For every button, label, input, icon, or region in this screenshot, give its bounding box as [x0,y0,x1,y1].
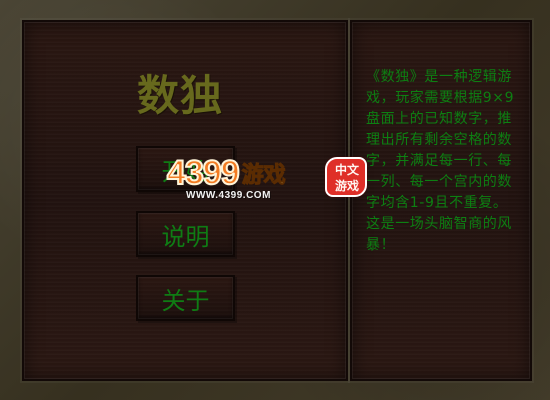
help-button[interactable]: 说明 [136,211,235,257]
game-title: 数独 [137,71,224,120]
start-button[interactable]: 开始 [136,146,235,192]
about-button[interactable]: 关于 [136,275,235,321]
game-description: 《数独》是一种逻辑游戏，玩家需要根据9×9盘面上的已知数字，推理出所有剩余空格的… [366,69,515,253]
